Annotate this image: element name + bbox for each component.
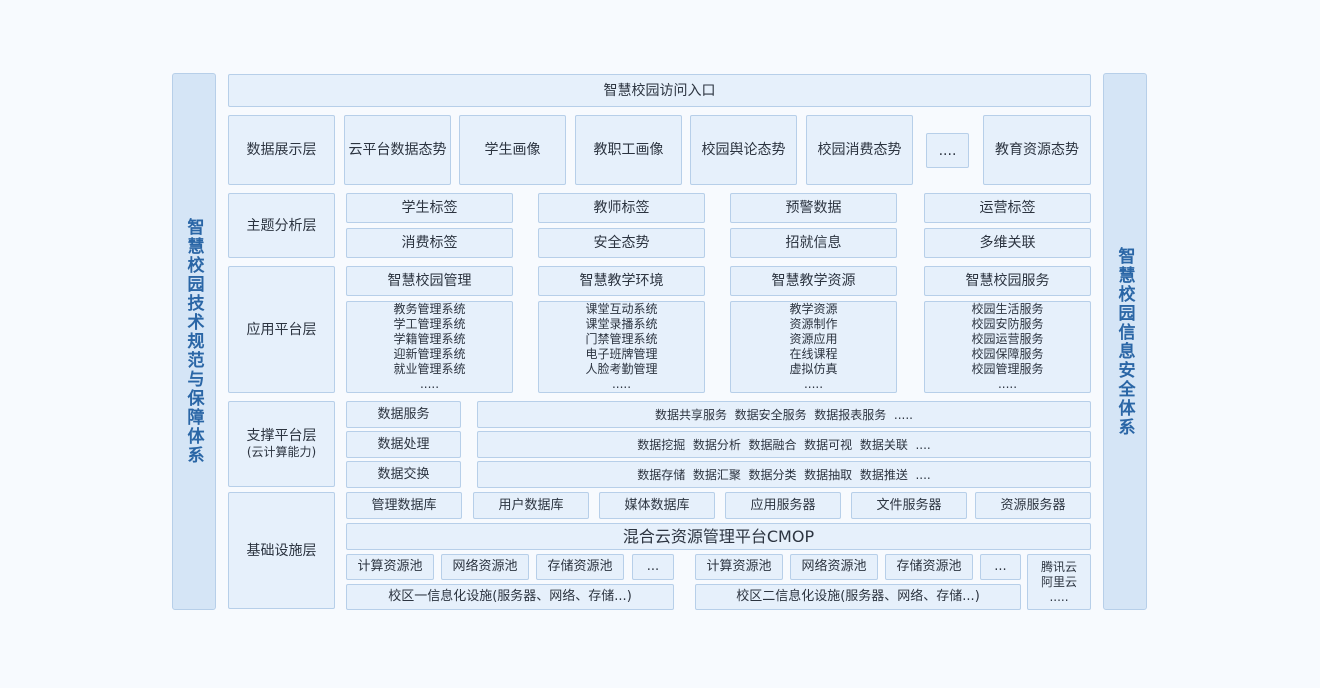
support-item: 数据交换	[346, 461, 461, 488]
analysis-tag: 教师标签	[538, 193, 705, 223]
display-item: 校园舆论态势	[690, 115, 797, 185]
analysis-tag: 运营标签	[924, 193, 1091, 223]
layer-support-subtitle: (云计算能力)	[246, 445, 317, 459]
app-system-list: 教务管理系统 学工管理系统 学籍管理系统 迎新管理系统 就业管理系统 .....	[346, 301, 513, 393]
display-item-more: ....	[926, 133, 969, 168]
app-system-list: 课堂互动系统 课堂录播系统 门禁管理系统 电子班牌管理 人脸考勤管理 .....	[538, 301, 705, 393]
layer-app: 应用平台层	[228, 266, 335, 393]
analysis-tag: 安全态势	[538, 228, 705, 258]
analysis-tag: 多维关联	[924, 228, 1091, 258]
campus-two-infra: 校区二信息化设施(服务器、网络、存储...)	[695, 584, 1021, 610]
resource-pool-more: ...	[632, 554, 674, 580]
analysis-tag: 学生标签	[346, 193, 513, 223]
app-title: 智慧教学环境	[538, 266, 705, 296]
display-item: 校园消费态势	[806, 115, 913, 185]
support-item: 数据处理	[346, 431, 461, 458]
resource-pool: 网络资源池	[441, 554, 529, 580]
infra-db: 管理数据库	[346, 492, 462, 519]
app-title: 智慧校园管理	[346, 266, 513, 296]
resource-pool: 网络资源池	[790, 554, 878, 580]
layer-display: 数据展示层	[228, 115, 335, 185]
layer-infra: 基础设施层	[228, 492, 335, 609]
support-detail: 数据存储 数据汇聚 数据分类 数据抽取 数据推送 ....	[477, 461, 1091, 488]
infra-db: 媒体数据库	[599, 492, 715, 519]
app-system-list: 校园生活服务 校园安防服务 校园运营服务 校园保障服务 校园管理服务 .....	[924, 301, 1091, 393]
app-title: 智慧校园服务	[924, 266, 1091, 296]
resource-pool: 计算资源池	[695, 554, 783, 580]
support-item: 数据服务	[346, 401, 461, 428]
infra-db: 文件服务器	[851, 492, 967, 519]
resource-pool: 计算资源池	[346, 554, 434, 580]
analysis-tag: 消费标签	[346, 228, 513, 258]
analysis-tag: 招就信息	[730, 228, 897, 258]
right-side-title: 智慧校园信息安全体系	[1114, 246, 1135, 437]
cmop-platform: 混合云资源管理平台CMOP	[346, 523, 1091, 550]
right-side-column: 智慧校园信息安全体系	[1103, 73, 1147, 610]
support-detail: 数据共享服务 数据安全服务 数据报表服务 .....	[477, 401, 1091, 428]
support-detail: 数据挖掘 数据分析 数据融合 数据可视 数据关联 ....	[477, 431, 1091, 458]
left-side-title: 智慧校园技术规范与保障体系	[183, 218, 204, 465]
infra-db: 应用服务器	[725, 492, 841, 519]
layer-support-title: 支撑平台层	[246, 428, 317, 444]
display-item: 教职工画像	[575, 115, 682, 185]
entry-box: 智慧校园访问入口	[228, 74, 1091, 107]
left-side-column: 智慧校园技术规范与保障体系	[172, 73, 216, 610]
infra-db: 资源服务器	[975, 492, 1091, 519]
display-item: 教育资源态势	[983, 115, 1091, 185]
campus-one-infra: 校区一信息化设施(服务器、网络、存储...)	[346, 584, 674, 610]
resource-pool: 存储资源池	[536, 554, 624, 580]
resource-pool: 存储资源池	[885, 554, 973, 580]
app-title: 智慧教学资源	[730, 266, 897, 296]
app-system-list: 教学资源 资源制作 资源应用 在线课程 虚拟仿真 .....	[730, 301, 897, 393]
infra-db: 用户数据库	[473, 492, 589, 519]
layer-support: 支撑平台层 (云计算能力)	[228, 401, 335, 487]
layer-analysis: 主题分析层	[228, 193, 335, 258]
resource-pool-more: ...	[980, 554, 1021, 580]
analysis-tag: 预警数据	[730, 193, 897, 223]
display-item: 学生画像	[459, 115, 566, 185]
display-item: 云平台数据态势	[344, 115, 451, 185]
public-cloud: 腾讯云 阿里云 .....	[1027, 554, 1091, 610]
